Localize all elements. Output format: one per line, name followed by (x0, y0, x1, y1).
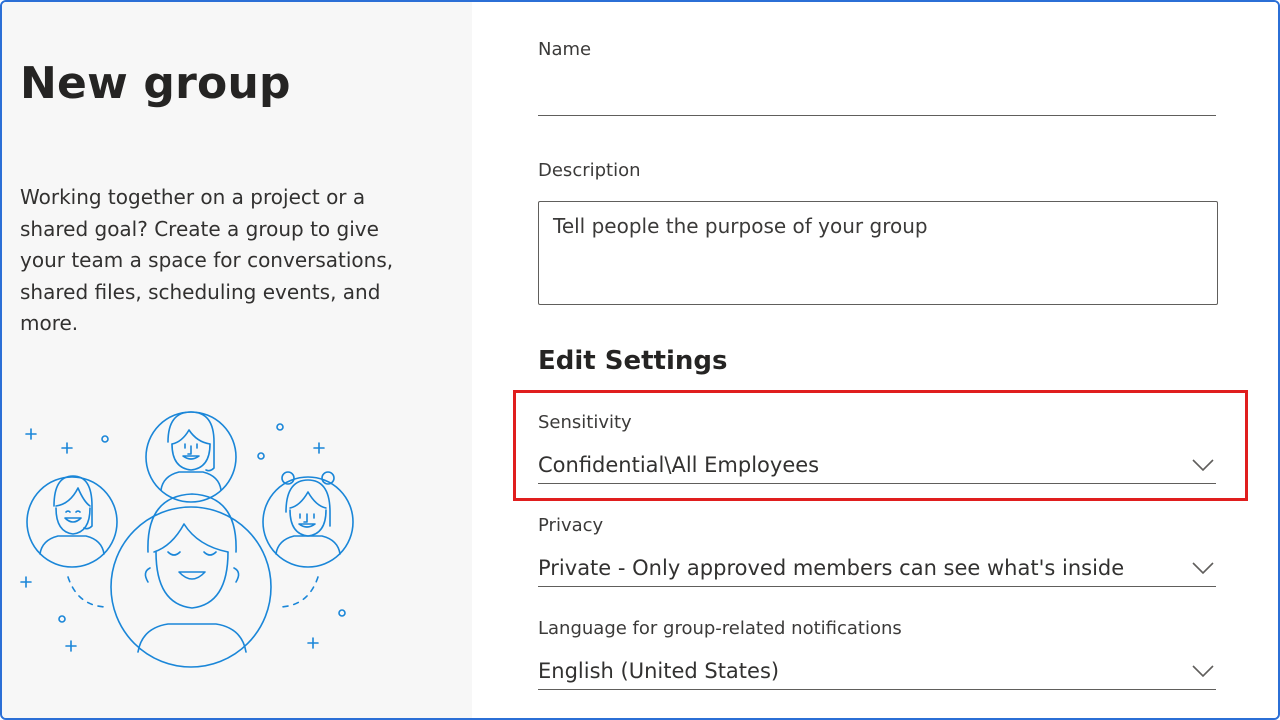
language-dropdown[interactable]: English (United States) (538, 652, 1216, 690)
privacy-dropdown[interactable]: Private - Only approved members can see … (538, 549, 1216, 587)
name-input[interactable] (538, 76, 1216, 116)
left-panel: New group Working together on a project … (2, 2, 472, 718)
dialog-frame: New group Working together on a project … (0, 0, 1280, 720)
language-value: English (United States) (538, 658, 780, 683)
form-panel: Name Description Edit Settings Sensitivi… (472, 2, 1278, 718)
chevron-down-icon (1192, 664, 1214, 677)
edit-settings-heading: Edit Settings (538, 346, 728, 376)
intro-text: Working together on a project or a share… (20, 185, 394, 335)
privacy-value: Private - Only approved members can see … (538, 555, 1125, 580)
chevron-down-icon (1192, 458, 1214, 471)
language-label: Language for group-related notifications (538, 618, 902, 639)
page-title: New group (20, 58, 291, 109)
people-group-illustration (20, 411, 354, 668)
chevron-down-icon (1192, 561, 1214, 574)
description-label: Description (538, 160, 641, 181)
name-label: Name (538, 39, 592, 60)
sensitivity-dropdown[interactable]: Confidential\All Employees (538, 446, 1216, 484)
description-textarea[interactable] (538, 201, 1218, 305)
sensitivity-label: Sensitivity (538, 412, 632, 433)
sensitivity-value: Confidential\All Employees (538, 452, 820, 477)
privacy-label: Privacy (538, 515, 604, 536)
